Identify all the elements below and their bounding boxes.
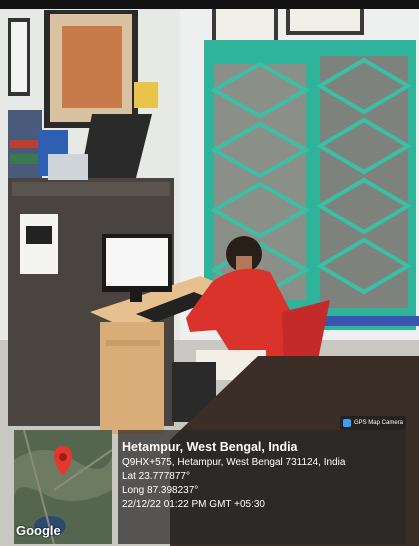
top-bar — [0, 0, 419, 9]
location-lat: Lat 23.777877° — [122, 471, 190, 482]
location-title: Hetampur, West Bengal, India — [122, 440, 298, 454]
map-thumbnail: Google — [14, 430, 112, 544]
gps-camera-badge: GPS Map Camera — [340, 416, 406, 430]
gps-camera-icon — [343, 419, 351, 427]
location-datetime: 22/12/22 01:22 PM GMT +05:30 — [122, 499, 265, 510]
desk-body — [100, 322, 164, 434]
location-address: Q9HX+575, Hetampur, West Bengal 731124, … — [122, 457, 346, 468]
google-logo: Google — [16, 523, 61, 538]
notice — [134, 82, 158, 108]
gps-camera-label: GPS Map Camera — [353, 420, 403, 426]
location-long: Long 87.398237° — [122, 485, 199, 496]
location-info: Hetampur, West Bengal, India Q9HX+575, H… — [118, 430, 406, 544]
poster-art — [62, 26, 122, 108]
monitor-screen — [106, 238, 168, 286]
location-overlay: Google Hetampur, West Bengal, India Q9HX… — [14, 430, 406, 544]
